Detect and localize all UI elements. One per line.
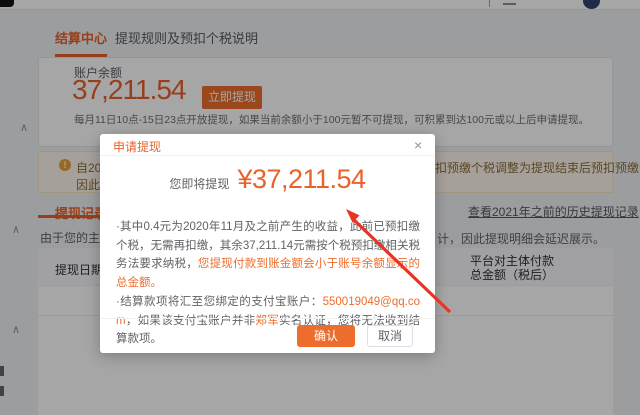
withdraw-lead: 您即将提现 ¥37,211.54 (100, 164, 435, 195)
close-icon[interactable]: × (414, 137, 422, 153)
dialog-footer-divider (100, 318, 435, 319)
lead-label: 您即将提现 (169, 177, 229, 191)
withdraw-amount: ¥37,211.54 (237, 164, 365, 194)
withdraw-dialog: 申请提现 × 您即将提现 ¥37,211.54 ·其中0.4元为2020年11月及… (100, 134, 435, 353)
dialog-title: 申请提现 (113, 138, 161, 155)
bullet2-text2: ，如果该支付宝账户并非 (126, 315, 256, 327)
account-holder-name: 郑军 (255, 315, 279, 327)
bullet2-text1: 结算款项将汇至您绑定的支付宝账户： (120, 296, 323, 308)
cancel-button[interactable]: 取消 (367, 325, 413, 347)
bullet-tax-note: ·其中0.4元为2020年11月及之前产生的收益，此前已预扣缴个税，无需再扣缴，… (116, 218, 420, 292)
confirm-button[interactable]: 确认 (297, 325, 355, 347)
